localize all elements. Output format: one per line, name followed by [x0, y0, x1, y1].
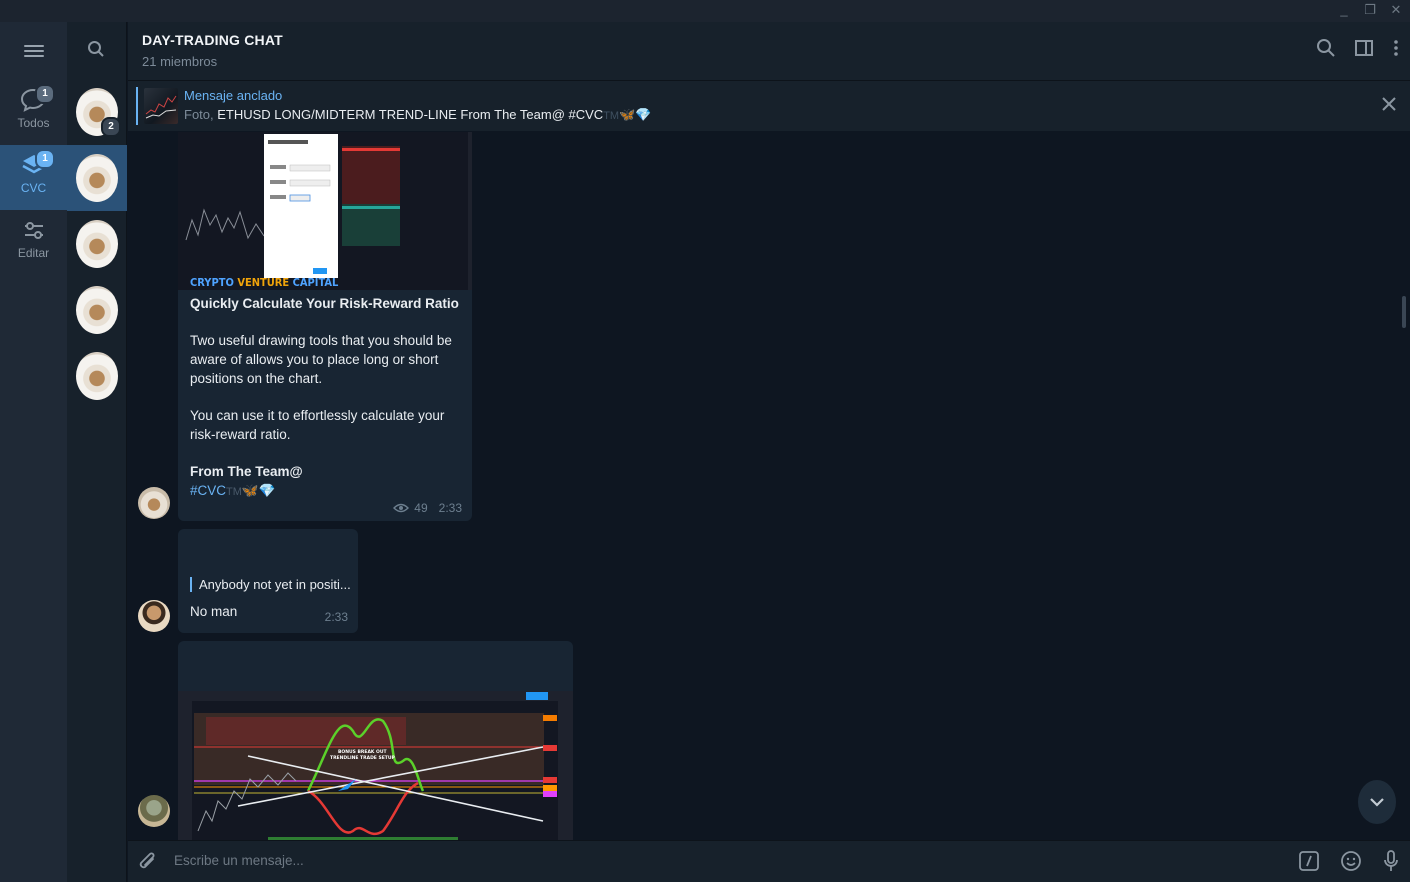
folder-editar-label: Editar	[17, 246, 50, 260]
avatar	[76, 154, 118, 202]
close-window-button[interactable]: ✕	[1388, 2, 1404, 18]
composer-actions	[1298, 849, 1400, 873]
caption-from: From The Team@	[190, 464, 303, 479]
chat-header[interactable]: DAY-TRADING CHAT 21 miembros	[128, 22, 1410, 80]
folder-cvc-label: CVC	[20, 181, 47, 195]
pinned-emoji: 🦋💎	[619, 107, 652, 122]
avatar	[76, 352, 118, 400]
pinned-text: Foto, ETHUSD LONG/MIDTERM TREND-LINE Fro…	[184, 107, 651, 123]
message-photo[interactable]: BONUS BREAK OUT TRENDLINE TRADE SETUP	[178, 691, 573, 840]
scrollbar-thumb[interactable]	[1402, 296, 1406, 328]
chat-list: 2	[67, 22, 127, 882]
message-bubble[interactable]: CRYPTO VENTURE CAPITAL Quickly Calculate…	[178, 132, 472, 521]
folder-todos[interactable]: 1 Todos	[0, 80, 67, 145]
message-list[interactable]: CRYPTO VENTURE CAPITAL Quickly Calculate…	[128, 132, 1410, 840]
caption-title: Quickly Calculate Your Risk-Reward Ratio	[190, 296, 459, 311]
message-text: No man	[190, 604, 238, 619]
pinned-prefix: Foto,	[184, 107, 218, 122]
pinned-body: ETHUSD LONG/MIDTERM TREND-LINE From The …	[217, 107, 604, 122]
pinned-tm: TM	[603, 110, 620, 122]
folder-editar[interactable]: Editar	[0, 210, 67, 275]
avatar	[76, 220, 118, 268]
more-vertical-icon[interactable]	[1392, 38, 1400, 58]
caption-emoji: 🦋💎	[241, 483, 276, 498]
folder-todos-label: Todos	[17, 116, 50, 130]
sidebar-toggle-icon[interactable]	[1354, 38, 1374, 58]
search-icon[interactable]	[1316, 38, 1336, 58]
chat-item[interactable]: 2	[67, 79, 127, 145]
pinned-message[interactable]: Mensaje anclado Foto, ETHUSD LONG/MIDTER…	[128, 80, 1410, 131]
view-count: 49	[414, 501, 428, 515]
paperclip-icon[interactable]	[138, 851, 158, 878]
avatar[interactable]	[138, 487, 170, 519]
chat-item[interactable]	[67, 211, 127, 277]
message-photo[interactable]: CRYPTO VENTURE CAPITAL	[178, 132, 472, 290]
sliders-icon	[24, 222, 43, 239]
message-caption: Quickly Calculate Your Risk-Reward Ratio…	[190, 294, 462, 502]
pinned-title: Mensaje anclado	[184, 88, 283, 103]
hashtag-link[interactable]: #CVC	[190, 483, 226, 498]
caption-tm: TM	[226, 486, 242, 498]
chat-title: DAY-TRADING CHAT	[142, 32, 283, 48]
reply-quote[interactable]: Anybody not yet in positi...	[190, 577, 351, 592]
caption-para1: Two useful drawing tools that you should…	[190, 333, 452, 386]
message-bubble[interactable]: Anybody not yet in positi... No man 2:33	[178, 529, 358, 633]
message-composer: Escribe un mensaje...	[128, 840, 1410, 882]
scrollbar[interactable]	[1402, 136, 1406, 836]
folder-todos-badge: 1	[35, 84, 55, 104]
message-time: 2:33	[324, 610, 348, 624]
message-meta: 49 2:33	[393, 501, 462, 515]
window-titlebar: _ ❐ ✕	[0, 0, 1410, 22]
message-bubble[interactable]: BONUS BREAK OUT TRENDLINE TRADE SETUP	[178, 641, 573, 840]
chat-item-active[interactable]	[67, 145, 127, 211]
caption-para2: You can use it to effortlessly calculate…	[190, 408, 445, 442]
header-actions	[1316, 38, 1400, 58]
maximize-button[interactable]: ❐	[1362, 2, 1378, 18]
close-icon[interactable]	[1382, 97, 1396, 116]
slash-command-icon[interactable]	[1298, 850, 1320, 872]
folder-cvc-badge: 1	[35, 149, 55, 169]
minimize-button[interactable]: _	[1336, 2, 1352, 18]
folder-cvc[interactable]: 1 CVC	[0, 145, 67, 210]
folder-sidebar: 1 Todos 1 CVC Editar	[0, 22, 67, 882]
chat-item[interactable]	[67, 277, 127, 343]
member-count: 21 miembros	[142, 54, 218, 69]
media-brand: CRYPTO VENTURE CAPITAL	[190, 276, 339, 289]
window-controls: _ ❐ ✕	[1336, 2, 1404, 18]
chat-panel: DAY-TRADING CHAT 21 miembros Mensaje anc…	[128, 22, 1410, 882]
pinned-accent-bar	[136, 87, 138, 125]
pinned-thumbnail	[144, 88, 178, 124]
scroll-to-bottom-button[interactable]	[1358, 780, 1396, 824]
avatar[interactable]	[138, 795, 170, 827]
microphone-icon[interactable]	[1382, 849, 1400, 873]
avatar[interactable]	[138, 600, 170, 632]
search-icon[interactable]	[87, 40, 105, 63]
smiley-icon[interactable]	[1340, 850, 1362, 872]
chevron-down-icon	[1370, 798, 1384, 807]
chat-item[interactable]	[67, 343, 127, 409]
hamburger-icon[interactable]	[20, 42, 48, 64]
message-time: 2:33	[438, 501, 462, 515]
eye-icon	[393, 503, 410, 513]
unread-badge: 2	[101, 117, 121, 137]
message-input[interactable]: Escribe un mensaje...	[174, 853, 304, 868]
avatar	[76, 286, 118, 334]
